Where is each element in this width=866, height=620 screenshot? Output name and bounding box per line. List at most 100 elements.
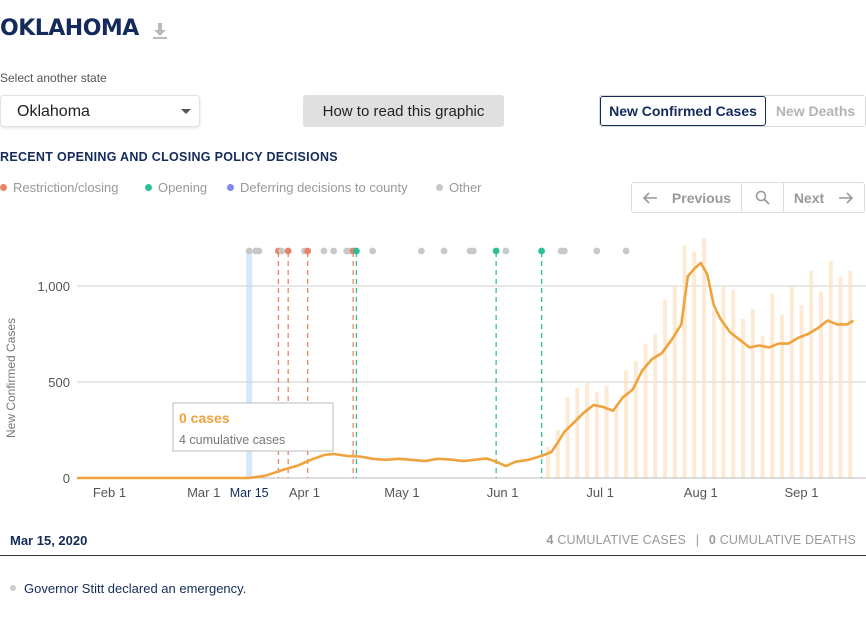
daily-bar	[760, 335, 765, 478]
daily-bar	[789, 286, 794, 478]
x-tick-label: Aug 1	[684, 485, 718, 500]
previous-label: Previous	[671, 189, 732, 206]
daily-bar	[604, 385, 609, 478]
cumulative-totals: 4 CUMULATIVE CASES | 0 CUMULATIVE DEATHS	[546, 533, 856, 547]
y-tick-label: 1,000	[37, 279, 70, 294]
cases-chart[interactable]: 0 500 1,000 Feb 1 Mar 1 Apr 1 May 1 Jun 1 Jul 1 A…	[0, 228, 866, 508]
legend-label: Other	[449, 180, 482, 195]
x-tick-label: Jul 1	[586, 485, 613, 500]
daily-bar	[780, 314, 785, 478]
x-tick-label: Mar 1	[187, 485, 220, 500]
policy-event-dot[interactable]	[593, 247, 601, 255]
policy-event-dot[interactable]	[560, 247, 568, 255]
x-tick-label: May 1	[384, 485, 419, 500]
x-tick-label: Jun 1	[487, 485, 519, 500]
policy-event-dot[interactable]	[502, 247, 510, 255]
previous-button[interactable]: Previous	[632, 183, 742, 212]
arrow-right-icon	[839, 191, 854, 204]
chevron-down-icon	[181, 109, 191, 114]
daily-bar	[721, 286, 726, 478]
selected-date-tick: Mar 15	[230, 486, 269, 500]
cumulative-cases-value: 4	[546, 533, 554, 547]
daily-bar	[672, 286, 677, 478]
x-tick-label: Apr 1	[289, 485, 320, 500]
legend-label: Restriction/closing	[13, 180, 119, 195]
select-label: Select another state	[0, 71, 107, 85]
daily-bar	[663, 299, 668, 478]
totals-separator: |	[695, 533, 700, 547]
daily-bar	[702, 238, 707, 478]
policy-event-dot[interactable]	[440, 247, 448, 255]
legend-dot-restriction	[0, 184, 7, 191]
selected-date: Mar 15, 2020	[10, 533, 88, 548]
legend-opening[interactable]: Opening	[145, 180, 207, 195]
legend-dot-other	[436, 184, 443, 191]
policy-event-dot[interactable]	[304, 247, 312, 255]
tooltip-cumulative: 4 cumulative cases	[179, 433, 285, 447]
policy-event-dot[interactable]	[353, 247, 360, 255]
y-tick-label: 0	[63, 471, 70, 486]
daily-bar	[692, 251, 697, 478]
how-to-read-button[interactable]: How to read this graphic	[303, 95, 504, 127]
policy-heading: RECENT OPENING AND CLOSING POLICY DECISI…	[0, 150, 338, 164]
arrow-left-icon	[642, 191, 657, 204]
daily-bar	[711, 310, 716, 478]
policy-event-dot[interactable]	[255, 247, 263, 255]
next-label: Next	[793, 189, 825, 206]
daily-bar	[614, 405, 619, 478]
policy-event-dot[interactable]	[622, 247, 630, 255]
y-axis-label: New Confirmed Cases	[4, 318, 18, 438]
daily-bar	[809, 270, 814, 478]
event-item: Governor Stitt declared an emergency.	[10, 581, 246, 596]
legend-label: Deferring decisions to county	[240, 180, 408, 195]
download-icon[interactable]	[152, 22, 168, 40]
event-type-dot	[10, 585, 16, 591]
daily-bar	[750, 309, 755, 478]
state-select[interactable]: Oklahoma	[0, 95, 200, 127]
event-text: Governor Stitt declared an emergency.	[24, 581, 247, 596]
legend-restriction[interactable]: Restriction/closing	[0, 180, 119, 195]
policy-event-dot[interactable]	[320, 247, 328, 255]
legend-other[interactable]: Other	[436, 180, 482, 195]
footer-divider	[0, 555, 866, 556]
policy-event-dot[interactable]	[492, 247, 500, 255]
policy-event-dot[interactable]	[278, 247, 286, 255]
metric-toggle: New Confirmed Cases New Deaths	[599, 95, 866, 127]
x-tick-label: Feb 1	[93, 485, 126, 500]
new-cases-toggle[interactable]: New Confirmed Cases	[600, 96, 766, 126]
cumulative-cases-label: CUMULATIVE CASES	[557, 533, 687, 547]
daily-bar	[799, 305, 804, 478]
new-deaths-toggle[interactable]: New Deaths	[766, 96, 865, 126]
search-icon	[755, 190, 770, 205]
daily-bar	[565, 397, 570, 478]
daily-bar	[731, 289, 736, 478]
daily-bar	[838, 276, 843, 478]
legend-dot-opening	[145, 184, 152, 191]
daily-bar	[575, 387, 580, 478]
legend-dot-county	[227, 184, 234, 191]
daily-bar	[585, 382, 590, 478]
policy-event-dot[interactable]	[284, 247, 292, 255]
event-pager: Previous Next	[631, 182, 865, 213]
next-button[interactable]: Next	[784, 183, 864, 212]
tooltip-cases: 0 cases	[179, 410, 230, 426]
daily-bar	[848, 270, 853, 478]
policy-event-dot[interactable]	[417, 247, 425, 255]
state-title: OKLAHOMA	[0, 16, 139, 41]
daily-bar	[828, 261, 833, 478]
policy-event-dot[interactable]	[538, 247, 546, 255]
x-tick-label: Sep 1	[785, 485, 819, 500]
daily-bar	[819, 291, 824, 478]
policy-event-dot[interactable]	[245, 247, 253, 255]
legend-county[interactable]: Deferring decisions to county	[227, 180, 408, 195]
policy-event-dot[interactable]	[330, 247, 338, 255]
state-select-value: Oklahoma	[17, 103, 90, 120]
search-button[interactable]	[742, 183, 784, 212]
cumulative-deaths-label: CUMULATIVE DEATHS	[719, 533, 856, 547]
cumulative-deaths-value: 0	[708, 533, 717, 547]
daily-bar	[555, 430, 560, 478]
legend-label: Opening	[158, 180, 208, 195]
y-tick-label: 500	[48, 375, 70, 390]
policy-event-dot[interactable]	[469, 247, 477, 255]
policy-event-dot[interactable]	[369, 247, 377, 255]
